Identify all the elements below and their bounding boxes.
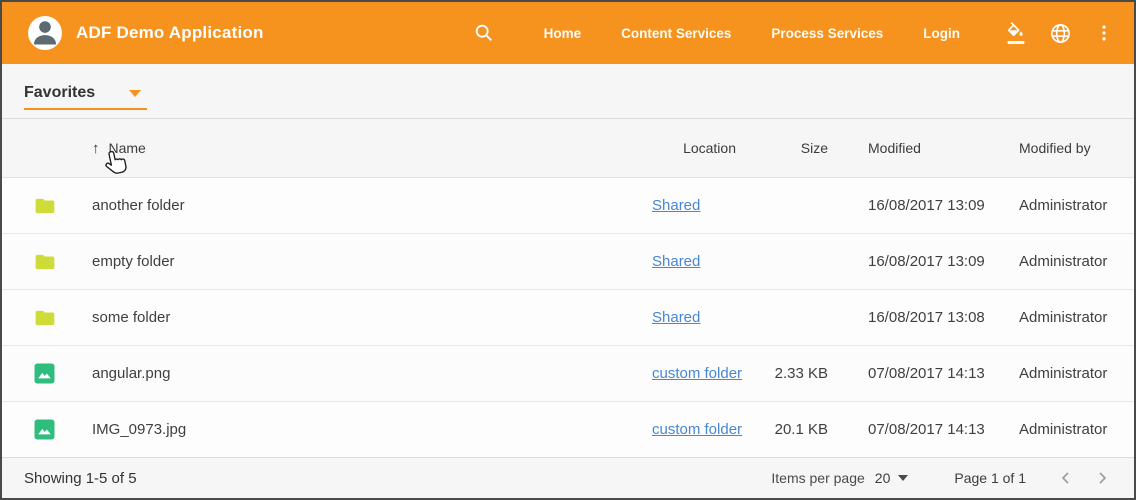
location-link[interactable]: Shared: [652, 197, 700, 214]
view-selector-label: Favorites: [24, 84, 95, 102]
nav-process-services[interactable]: Process Services: [771, 26, 883, 41]
modified-date: 16/08/2017 13:08: [832, 309, 1010, 326]
file-name: another folder: [92, 197, 642, 214]
items-per-page-label: Items per page: [771, 470, 864, 486]
more-vert-icon[interactable]: [1092, 21, 1116, 45]
location-cell: custom folder: [642, 365, 744, 383]
file-size: 20.1 KB: [744, 421, 832, 438]
location-link[interactable]: custom folder: [652, 365, 742, 382]
nav-content-services[interactable]: Content Services: [621, 26, 731, 41]
location-cell: Shared: [642, 309, 744, 327]
folder-icon: [34, 308, 56, 328]
column-header-size[interactable]: Size: [744, 140, 832, 156]
image-file-icon: [34, 363, 55, 384]
table-row[interactable]: another folder Shared 16/08/2017 13:09 A…: [2, 178, 1134, 234]
nav-home[interactable]: Home: [544, 26, 582, 41]
items-per-page-value: 20: [875, 470, 891, 486]
page-of-label: Page 1 of 1: [954, 470, 1026, 486]
file-type-cell: [2, 308, 92, 328]
app-header: ADF Demo Application Home Content Servic…: [2, 2, 1134, 64]
modified-by: Administrator: [1010, 197, 1134, 214]
color-fill-icon[interactable]: [1004, 21, 1028, 45]
file-name: IMG_0973.jpg: [92, 421, 642, 438]
column-header-name[interactable]: ↑ Name: [92, 140, 642, 157]
document-list: ↑ Name Location Size Modified Modified b…: [2, 119, 1134, 458]
paginator-controls: Items per page 20 Page 1 of 1: [771, 468, 1112, 488]
items-per-page-select[interactable]: 20: [875, 470, 909, 486]
next-page-button[interactable]: [1092, 468, 1112, 488]
arrow-up-icon: ↑: [92, 140, 100, 157]
modified-by: Administrator: [1010, 253, 1134, 270]
file-name: empty folder: [92, 253, 642, 270]
file-type-cell: [2, 363, 92, 384]
column-header-modified-by[interactable]: Modified by: [1010, 140, 1134, 156]
file-name: some folder: [92, 309, 642, 326]
main-nav: Home Content Services Process Services L…: [524, 26, 980, 41]
table-row[interactable]: angular.png custom folder 2.33 KB 07/08/…: [2, 346, 1134, 402]
person-icon: [28, 16, 62, 50]
modified-by: Administrator: [1010, 309, 1134, 326]
column-header-modified[interactable]: Modified: [832, 140, 1010, 156]
table-body: another folder Shared 16/08/2017 13:09 A…: [2, 178, 1134, 458]
previous-page-button[interactable]: [1056, 468, 1076, 488]
location-cell: Shared: [642, 253, 744, 271]
file-name: angular.png: [92, 365, 642, 382]
column-header-location[interactable]: Location: [642, 140, 744, 156]
globe-icon[interactable]: [1048, 21, 1072, 45]
location-link[interactable]: Shared: [652, 309, 700, 326]
view-selector-bar: Favorites: [2, 64, 1134, 119]
file-size: 2.33 KB: [744, 365, 832, 382]
folder-icon: [34, 252, 56, 272]
file-type-cell: [2, 196, 92, 216]
modified-date: 07/08/2017 14:13: [832, 421, 1010, 438]
search-icon[interactable]: [472, 21, 496, 45]
modified-by: Administrator: [1010, 365, 1134, 382]
image-file-icon: [34, 419, 55, 440]
location-cell: custom folder: [642, 421, 744, 439]
modified-date: 07/08/2017 14:13: [832, 365, 1010, 382]
modified-date: 16/08/2017 13:09: [832, 253, 1010, 270]
chevron-down-icon: [898, 475, 908, 481]
file-type-cell: [2, 252, 92, 272]
folder-icon: [34, 196, 56, 216]
location-cell: Shared: [642, 197, 744, 215]
header-icon-group: [1004, 21, 1116, 45]
location-link[interactable]: custom folder: [652, 421, 742, 438]
location-link[interactable]: Shared: [652, 253, 700, 270]
modified-date: 16/08/2017 13:09: [832, 197, 1010, 214]
table-row[interactable]: empty folder Shared 16/08/2017 13:09 Adm…: [2, 234, 1134, 290]
view-selector-favorites[interactable]: Favorites: [24, 84, 147, 110]
app-window: ADF Demo Application Home Content Servic…: [0, 0, 1136, 500]
file-type-cell: [2, 419, 92, 440]
modified-by: Administrator: [1010, 421, 1134, 438]
paginator: Showing 1-5 of 5 Items per page 20 Page …: [2, 457, 1134, 498]
table-row[interactable]: some folder Shared 16/08/2017 13:08 Admi…: [2, 290, 1134, 346]
app-title: ADF Demo Application: [76, 23, 264, 43]
table-row[interactable]: IMG_0973.jpg custom folder 20.1 KB 07/08…: [2, 402, 1134, 458]
nav-login[interactable]: Login: [923, 26, 960, 41]
showing-range-label: Showing 1-5 of 5: [24, 470, 137, 487]
table-header-row: ↑ Name Location Size Modified Modified b…: [2, 119, 1134, 178]
avatar[interactable]: [28, 16, 62, 50]
chevron-down-icon: [129, 90, 141, 97]
